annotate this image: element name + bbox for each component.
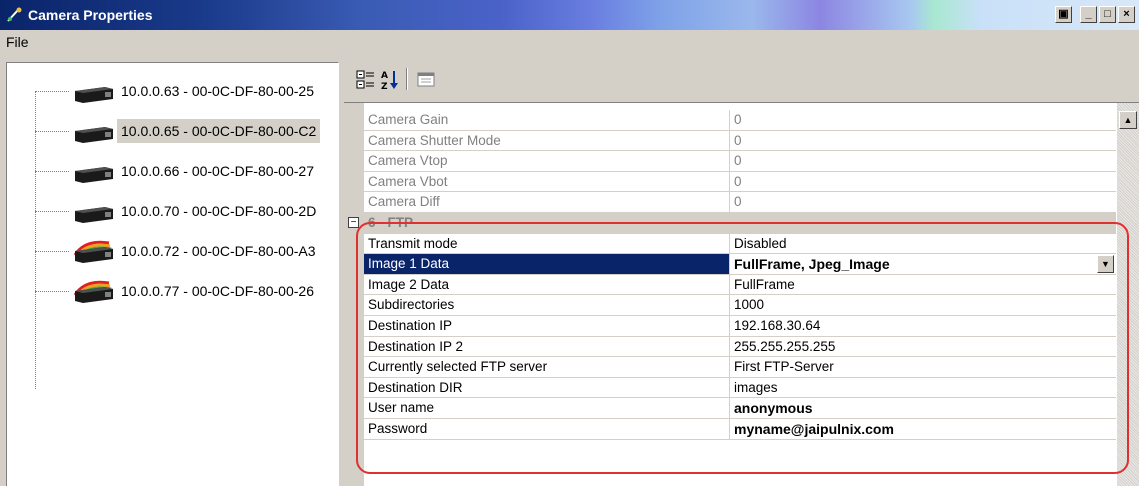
toolbar-separator [406, 68, 408, 90]
property-value: 192.168.30.64 [734, 317, 821, 333]
camera-tree[interactable]: 10.0.0.63 - 00-0C-DF-80-00-25 10.0.0.65 -… [6, 62, 339, 486]
property-grid[interactable]: Camera Gain 0 Camera Shutter Mode 0 Camera V… [344, 102, 1139, 486]
property-name: Currently selected FTP server [364, 357, 730, 378]
tree-connector [35, 251, 69, 252]
camera-icon [69, 117, 119, 145]
property-value: 0 [734, 112, 742, 127]
tree-item-camera[interactable]: 10.0.0.65 - 00-0C-DF-80-00-C2 [35, 111, 335, 151]
vertical-scrollbar[interactable]: ▲ [1117, 103, 1139, 486]
property-name: Camera Diff [364, 192, 730, 213]
tree-item-label: 10.0.0.77 - 00-0C-DF-80-00-26 [121, 283, 314, 299]
property-row[interactable]: Camera Vbot 0 [364, 171, 1116, 193]
categorized-icon[interactable] [354, 68, 378, 92]
tree-connector [35, 171, 69, 172]
camera-icon [69, 77, 119, 105]
property-value: FullFrame [734, 276, 795, 292]
tree-item-camera[interactable]: 10.0.0.63 - 00-0C-DF-80-00-25 [35, 71, 335, 111]
svg-text:Z: Z [381, 82, 388, 92]
property-toolbar: A Z [344, 62, 1139, 100]
tree-item-camera[interactable]: 10.0.0.70 - 00-0C-DF-80-00-2D [35, 191, 335, 231]
property-value: First FTP-Server [734, 359, 834, 375]
property-value: images [734, 379, 778, 395]
tree-item-camera[interactable]: 10.0.0.72 - 00-0C-DF-80-00-A3 [35, 231, 335, 271]
property-row[interactable]: Camera Gain 0 [364, 110, 1116, 131]
property-name: Image 1 Data [364, 254, 730, 275]
property-value: 0 [734, 132, 742, 148]
property-value: 0 [734, 153, 742, 169]
property-row[interactable]: Image 2 Data FullFrame [364, 274, 1116, 296]
category-label: 6 - FTP [368, 214, 414, 230]
title-bar[interactable]: Camera Properties ▣ _ □ × [0, 0, 1139, 30]
property-name: Camera Gain [364, 110, 730, 130]
property-rows: Camera Gain 0 Camera Shutter Mode 0 Camera V… [348, 110, 1116, 440]
property-value: Disabled [734, 235, 787, 251]
property-row[interactable]: Camera Shutter Mode 0 [364, 130, 1116, 152]
tree-connector [35, 211, 69, 212]
property-row[interactable]: Camera Vtop 0 [364, 151, 1116, 172]
restore-icon-button[interactable]: ▣ [1055, 6, 1072, 23]
property-value[interactable]: FullFrame, Jpeg_Image [730, 254, 1116, 274]
rainbow-camera-icon [69, 277, 119, 305]
property-row[interactable]: Destination DIR images [364, 377, 1116, 399]
property-value: 255.255.255.255 [734, 338, 836, 354]
maximize-button[interactable]: □ [1099, 6, 1116, 23]
property-row[interactable]: Destination IP 192.168.30.64 [364, 315, 1116, 337]
grid-gutter [344, 103, 364, 486]
tree-connector [35, 291, 69, 292]
tree-item-label: 10.0.0.72 - 00-0C-DF-80-00-A3 [121, 243, 316, 259]
rainbow-camera-icon [69, 237, 119, 265]
property-row[interactable]: Transmit mode Disabled [364, 233, 1116, 255]
property-pages-icon[interactable] [414, 68, 438, 92]
property-row[interactable]: Currently selected FTP server First FTP-S… [364, 357, 1116, 378]
property-name: Image 2 Data [364, 274, 730, 295]
property-name: Transmit mode [364, 233, 730, 254]
close-button[interactable]: × [1118, 6, 1135, 23]
menu-bar: File [0, 30, 1139, 54]
property-name: Camera Vbot [364, 171, 730, 192]
property-name: User name [364, 398, 730, 419]
property-value: myname@jaipulnix.com [734, 420, 894, 437]
tree-item-camera[interactable]: 10.0.0.77 - 00-0C-DF-80-00-26 [35, 271, 335, 311]
dropdown-arrow-icon[interactable]: ▼ [1097, 255, 1114, 274]
alphabetical-sort-icon[interactable]: A Z [378, 68, 402, 92]
property-name: Camera Vtop [364, 151, 730, 172]
camera-icon [69, 157, 119, 185]
property-row[interactable]: Destination IP 2 255.255.255.255 [364, 336, 1116, 358]
property-value: 0 [734, 194, 742, 210]
property-row[interactable]: Password myname@jaipulnix.com [364, 418, 1116, 440]
property-value: 0 [734, 173, 742, 189]
window-controls: ▣ _ □ × [1055, 6, 1135, 23]
tree-item-camera[interactable]: 10.0.0.66 - 00-0C-DF-80-00-27 [35, 151, 335, 191]
menu-file[interactable]: File [6, 34, 29, 50]
property-name: Camera Shutter Mode [364, 130, 730, 151]
property-row[interactable]: Image 1 Data FullFrame, Jpeg_Image ▼ [364, 254, 1116, 275]
tree-item-label: 10.0.0.65 - 00-0C-DF-80-00-C2 [117, 119, 321, 143]
camera-properties-app-icon [7, 7, 22, 22]
property-value: anonymous [734, 400, 813, 417]
tree-item-label: 10.0.0.63 - 00-0C-DF-80-00-25 [121, 83, 314, 99]
tree-item-label: 10.0.0.66 - 00-0C-DF-80-00-27 [121, 163, 314, 179]
tree-connector [35, 91, 69, 92]
camera-icon [69, 197, 119, 225]
category-ftp[interactable]: −6 - FTP [348, 212, 1116, 234]
window-title: Camera Properties [28, 7, 153, 23]
property-row[interactable]: User name anonymous [364, 398, 1116, 419]
svg-text:A: A [381, 71, 388, 81]
property-value: 1000 [734, 297, 765, 313]
property-row[interactable]: Subdirectories 1000 [364, 295, 1116, 316]
property-name: Subdirectories [364, 295, 730, 316]
tree-item-label: 10.0.0.70 - 00-0C-DF-80-00-2D [121, 203, 317, 219]
minimize-button[interactable]: _ [1080, 6, 1097, 23]
property-row[interactable]: Camera Diff 0 [364, 192, 1116, 213]
tree-connector [35, 131, 69, 132]
property-name: Destination IP 2 [364, 336, 730, 357]
scroll-up-button[interactable]: ▲ [1119, 111, 1137, 129]
property-name: Password [364, 418, 730, 439]
property-name: Destination IP [364, 315, 730, 336]
collapse-icon[interactable]: − [348, 216, 359, 228]
property-name: Destination DIR [364, 377, 730, 398]
